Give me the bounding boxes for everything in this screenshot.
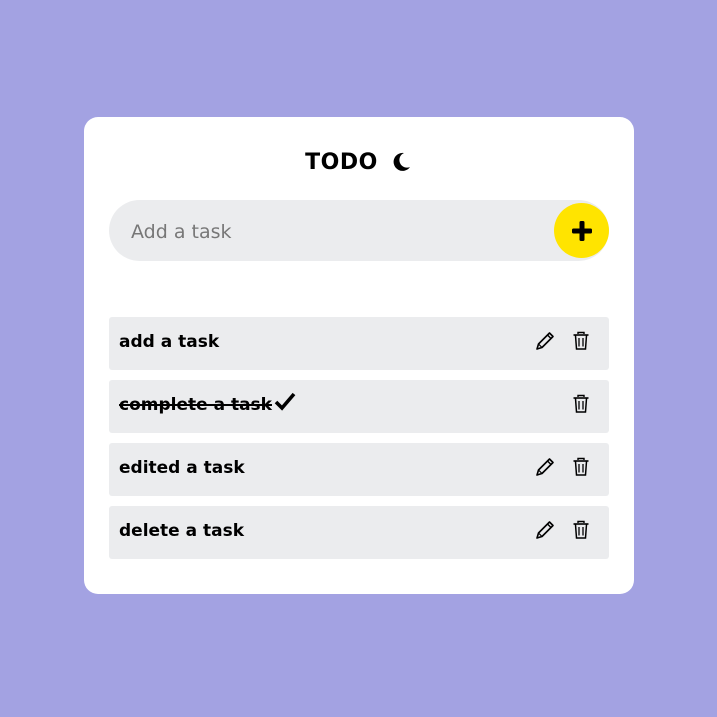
delete-button[interactable]	[569, 518, 593, 542]
task-label-text: complete a task	[119, 395, 272, 415]
trash-icon	[573, 457, 589, 476]
pencil-icon	[536, 332, 554, 350]
edit-button[interactable]	[533, 329, 557, 353]
pencil-icon	[536, 521, 554, 539]
plus-icon	[571, 220, 592, 241]
pencil-icon	[536, 458, 554, 476]
header: TODO	[0, 144, 717, 180]
delete-button[interactable]	[569, 329, 593, 353]
delete-button[interactable]	[569, 392, 593, 416]
delete-button[interactable]	[569, 455, 593, 479]
task-label[interactable]: delete a task	[119, 521, 244, 541]
task-item: delete a task	[109, 506, 609, 559]
moon-icon[interactable]	[390, 151, 412, 173]
trash-icon	[573, 394, 589, 413]
task-item-completed: complete a task	[109, 380, 609, 433]
task-label[interactable]: edited a task	[119, 458, 245, 478]
edit-button[interactable]	[533, 455, 557, 479]
task-item: edited a task	[109, 443, 609, 496]
edit-button[interactable]	[533, 518, 557, 542]
task-label[interactable]: add a task	[119, 332, 219, 352]
check-icon	[274, 391, 296, 418]
task-list: add a task complete a task edited a task…	[109, 317, 609, 569]
task-input[interactable]	[129, 200, 533, 263]
task-label[interactable]: complete a task	[119, 392, 296, 418]
task-input-bar	[109, 200, 609, 263]
trash-icon	[573, 331, 589, 350]
add-task-button[interactable]	[554, 203, 609, 258]
trash-icon	[573, 520, 589, 539]
app-title: TODO	[305, 149, 378, 175]
task-item: add a task	[109, 317, 609, 370]
